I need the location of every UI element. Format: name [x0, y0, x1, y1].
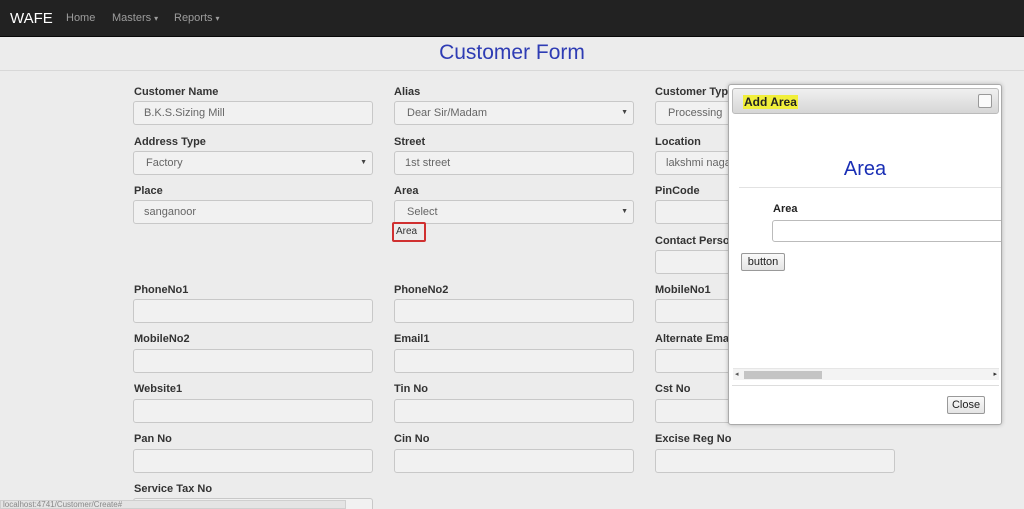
- title-divider: [0, 70, 1024, 71]
- place-label: Place: [134, 185, 163, 197]
- nav-masters[interactable]: Masters ▾: [112, 12, 158, 24]
- dialog-area-label: Area: [773, 203, 798, 215]
- address-type-value: Factory: [146, 157, 183, 169]
- select-arrow-icon: ▼: [621, 109, 628, 116]
- street-input[interactable]: 1st street: [394, 151, 634, 175]
- area-label: Area: [394, 185, 419, 197]
- scroll-right-icon[interactable]: ▸: [993, 370, 997, 378]
- pincode-label: PinCode: [655, 185, 700, 197]
- pan-input[interactable]: [133, 449, 373, 473]
- phone1-input[interactable]: [133, 299, 373, 323]
- street-label: Street: [394, 136, 426, 148]
- dialog-submit-button[interactable]: button: [741, 253, 785, 271]
- place-input[interactable]: sanganoor: [133, 200, 373, 224]
- dialog-close-icon[interactable]: [978, 94, 992, 108]
- annotation-highlight-box: [392, 222, 426, 242]
- service-tax-label: Service Tax No: [134, 483, 213, 495]
- add-area-dialog: Add Area Area Area button ◂ ▸ Close: [728, 84, 1002, 425]
- alias-value: Dear Sir/Madam: [407, 107, 488, 119]
- phone2-label: PhoneNo2: [394, 284, 449, 296]
- pan-label: Pan No: [134, 433, 172, 445]
- scroll-thumb[interactable]: [744, 371, 822, 379]
- dialog-titlebar[interactable]: Add Area: [732, 88, 999, 114]
- brand-link[interactable]: WAFE: [10, 10, 53, 27]
- mobile2-input[interactable]: [133, 349, 373, 373]
- phone2-input[interactable]: [394, 299, 634, 323]
- browser-status-url: localhost:4741/Customer/Create#: [0, 500, 346, 509]
- address-type-select[interactable]: Factory ▼: [133, 151, 373, 175]
- tin-label: Tin No: [394, 383, 429, 395]
- navbar: WAFE Home Masters ▾ Reports ▾: [0, 0, 1024, 37]
- cin-input[interactable]: [394, 449, 634, 473]
- tin-input[interactable]: [394, 399, 634, 423]
- alt-email-label: Alternate Email: [655, 333, 736, 345]
- area-value: Select: [407, 206, 438, 218]
- nav-reports[interactable]: Reports ▾: [174, 12, 220, 24]
- website1-label: Website1: [134, 383, 183, 395]
- nav-home[interactable]: Home: [66, 12, 95, 24]
- email1-label: Email1: [394, 333, 430, 345]
- page-title: Customer Form: [439, 41, 585, 64]
- mobile1-label: MobileNo1: [655, 284, 711, 296]
- excise-label: Excise Reg No: [655, 433, 732, 445]
- cst-label: Cst No: [655, 383, 691, 395]
- alias-select[interactable]: Dear Sir/Madam ▼: [394, 101, 634, 125]
- dialog-close-button[interactable]: Close: [947, 396, 985, 414]
- cin-label: Cin No: [394, 433, 430, 445]
- dialog-footer-divider: [732, 385, 999, 386]
- scroll-left-icon[interactable]: ◂: [735, 370, 739, 378]
- mobile2-label: MobileNo2: [134, 333, 190, 345]
- email1-input[interactable]: [394, 349, 634, 373]
- excise-input[interactable]: [655, 449, 895, 473]
- select-arrow-icon: ▼: [360, 159, 367, 166]
- dialog-title: Add Area: [743, 95, 798, 109]
- dialog-divider: [739, 187, 1001, 188]
- customer-type-value: Processing: [668, 107, 723, 119]
- select-arrow-icon: ▼: [621, 208, 628, 215]
- website1-input[interactable]: [133, 399, 373, 423]
- caret-down-icon: ▾: [215, 13, 220, 23]
- customer-name-label: Customer Name: [134, 86, 219, 98]
- location-label: Location: [655, 136, 701, 148]
- area-select[interactable]: Select ▼: [394, 200, 634, 224]
- nav-reports-label: Reports: [174, 12, 213, 24]
- horizontal-scrollbar[interactable]: ◂ ▸: [733, 368, 999, 380]
- address-type-label: Address Type: [134, 136, 206, 148]
- contact-person-label: Contact Person: [655, 235, 737, 247]
- customer-name-input[interactable]: B.K.S.Sizing Mill: [133, 101, 373, 125]
- nav-masters-label: Masters: [112, 12, 152, 24]
- alias-label: Alias: [394, 86, 421, 98]
- caret-down-icon: ▾: [154, 13, 159, 23]
- customer-type-label: Customer Type: [655, 86, 735, 98]
- dialog-heading: Area: [843, 158, 887, 180]
- phone1-label: PhoneNo1: [134, 284, 189, 296]
- dialog-area-input[interactable]: [772, 220, 1001, 242]
